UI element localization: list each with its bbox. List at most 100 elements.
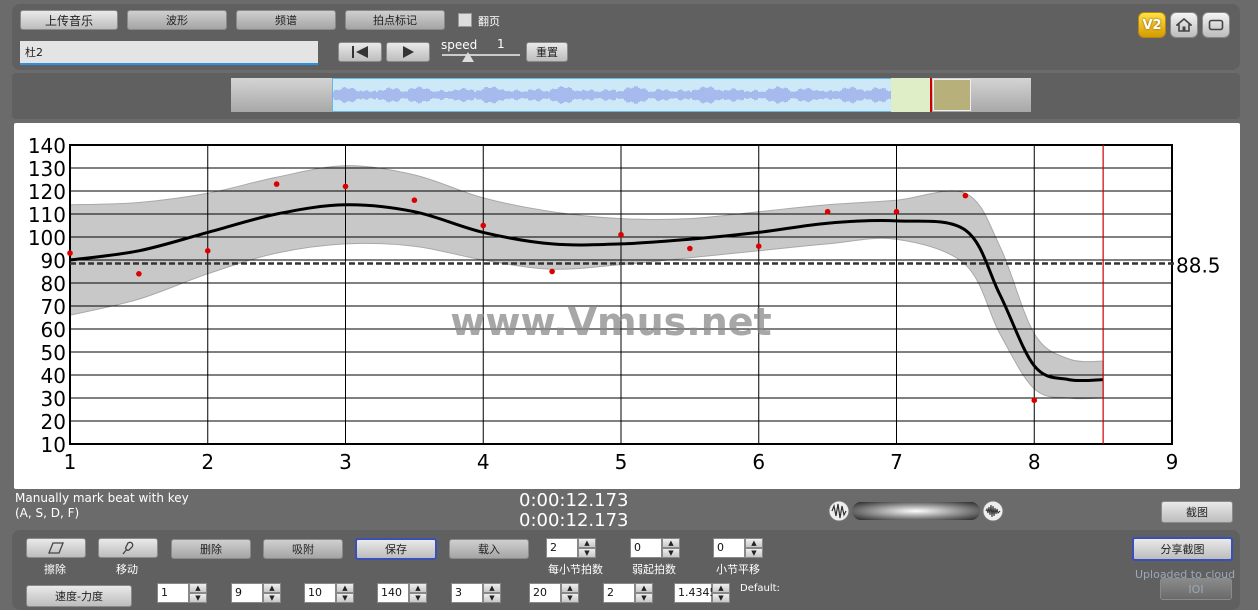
y-tick-label: 130 [28,157,66,181]
y-tick-label: 90 [41,249,66,273]
decrement-icon[interactable]: ▼ [263,593,281,603]
waveform-button[interactable]: 波形 [127,10,227,30]
increment-icon[interactable]: ▲ [745,538,763,548]
version-label: V2 [1142,17,1162,33]
beat-point [67,250,73,256]
erase-label: 擦除 [44,563,66,576]
row2-value-8[interactable]: 1.4345 [674,583,717,603]
home-button[interactable] [1170,12,1198,38]
beats-per-bar-stepper[interactable]: 2 ▲ ▼ [546,538,596,558]
speed-value: 1 [497,37,505,51]
erase-button[interactable] [26,538,86,558]
x-tick-label: 4 [477,450,490,474]
tempo-chart-panel: www.Vmus.net 88.5 10 20 30 40 50 60 70 80 90 100 110… [14,123,1240,489]
hint-line-1: Manually mark beat with key [15,491,189,505]
beat-point [893,208,900,215]
overview-waveform [333,86,892,104]
save-button[interactable]: 保存 [355,538,437,560]
bar-shift-value[interactable]: 0 [713,538,745,558]
decrement-icon[interactable]: ▼ [483,593,501,603]
increment-icon[interactable]: ▲ [336,583,354,593]
row2-value-1[interactable]: 1 [157,583,189,603]
decrement-icon[interactable]: ▼ [189,593,207,603]
row2-value-6[interactable]: 20 [529,583,561,603]
volume-slider[interactable] [828,500,1004,522]
row2-value-5[interactable]: 3 [451,583,483,603]
average-reference-label: 88.5 [1176,253,1221,277]
move-label: 移动 [116,563,138,576]
row2-stepper-3[interactable]: 10 ▲ ▼ [304,583,354,603]
decrement-icon[interactable]: ▼ [745,548,763,558]
upload-music-button[interactable]: 上传音乐 [20,10,118,30]
prev-button[interactable] [338,42,382,62]
waveform-trace [333,86,892,104]
decrement-icon[interactable]: ▼ [336,593,354,603]
beat-point [136,271,142,277]
speed-slider-track[interactable] [442,54,520,56]
row2-value-2[interactable]: 9 [231,583,263,603]
row2-stepper-2[interactable]: 9 ▲ ▼ [231,583,281,603]
snap-button[interactable]: 吸附 [263,539,343,559]
row2-stepper-5[interactable]: 3 ▲ ▼ [451,583,501,603]
increment-icon[interactable]: ▲ [263,583,281,593]
decrement-icon[interactable]: ▼ [561,593,579,603]
beat-mark-button[interactable]: 拍点标记 [345,10,445,30]
row2-stepper-4[interactable]: 140 ▲ ▼ [377,583,427,603]
y-tick-label: 60 [41,318,66,342]
overview-playhead[interactable] [930,78,932,112]
screenshot-button[interactable]: 截图 [1161,501,1233,523]
increment-icon[interactable]: ▲ [635,583,653,593]
increment-icon[interactable]: ▲ [409,583,427,593]
spectrum-button[interactable]: 频谱 [236,10,336,30]
decrement-icon[interactable]: ▼ [662,548,680,558]
pickup-stepper[interactable]: 0 ▲ ▼ [630,538,680,558]
overview-played-region [891,78,931,112]
beat-point [755,243,762,249]
beat-point [480,222,487,229]
reset-button[interactable]: 重置 [526,42,568,62]
row2-value-3[interactable]: 10 [304,583,336,603]
increment-icon[interactable]: ▲ [483,583,501,593]
row2-stepper-7[interactable]: 2 ▲ ▼ [603,583,653,603]
overview-window-handle[interactable] [933,79,971,111]
waveform-large-icon [982,500,1004,522]
row2-value-4[interactable]: 140 [377,583,409,603]
tempo-chart[interactable]: www.Vmus.net 88.5 102030405060708090100110… [14,123,1240,489]
decrement-icon[interactable]: ▼ [635,593,653,603]
beat-point [962,192,969,199]
decrement-icon[interactable]: ▼ [712,593,730,603]
x-tick-label: 2 [201,450,214,474]
window-icon [1208,19,1224,31]
confidence-band [69,165,1104,400]
row2-value-7[interactable]: 2 [603,583,635,603]
decrement-icon[interactable]: ▼ [578,548,596,558]
speed-slider-thumb[interactable] [462,52,474,62]
row2-stepper-1[interactable]: 1 ▲ ▼ [157,583,207,603]
version-badge[interactable]: V2 [1138,12,1166,38]
flip-checkbox[interactable] [458,13,472,27]
pickup-value[interactable]: 0 [630,538,662,558]
increment-icon[interactable]: ▲ [662,538,680,548]
decrement-icon[interactable]: ▼ [409,593,427,603]
song-title-field[interactable]: 杜2 [20,41,318,65]
load-button[interactable]: 载入 [449,539,529,559]
increment-icon[interactable]: ▲ [712,583,730,593]
beats-per-bar-value[interactable]: 2 [546,538,578,558]
beat-point [618,231,624,238]
row2-stepper-8[interactable]: 1.4345 ▲ ▼ [674,583,730,603]
play-button[interactable] [386,42,430,62]
bar-shift-stepper[interactable]: 0 ▲ ▼ [713,538,763,558]
increment-icon[interactable]: ▲ [578,538,596,548]
increment-icon[interactable]: ▲ [189,583,207,593]
window-button[interactable] [1202,12,1230,38]
beats-per-bar-label: 每小节拍数 [548,563,603,576]
x-tick-label: 7 [890,450,903,474]
share-screenshot-button[interactable]: 分享截图 [1132,537,1233,561]
tempo-dynamics-button[interactable]: 速度-力度 [26,585,132,607]
x-tick-label: 3 [339,450,352,474]
move-button[interactable] [98,538,158,558]
row2-stepper-6[interactable]: 20 ▲ ▼ [529,583,579,603]
volume-track[interactable] [852,502,980,520]
delete-button[interactable]: 删除 [171,539,251,559]
increment-icon[interactable]: ▲ [561,583,579,593]
